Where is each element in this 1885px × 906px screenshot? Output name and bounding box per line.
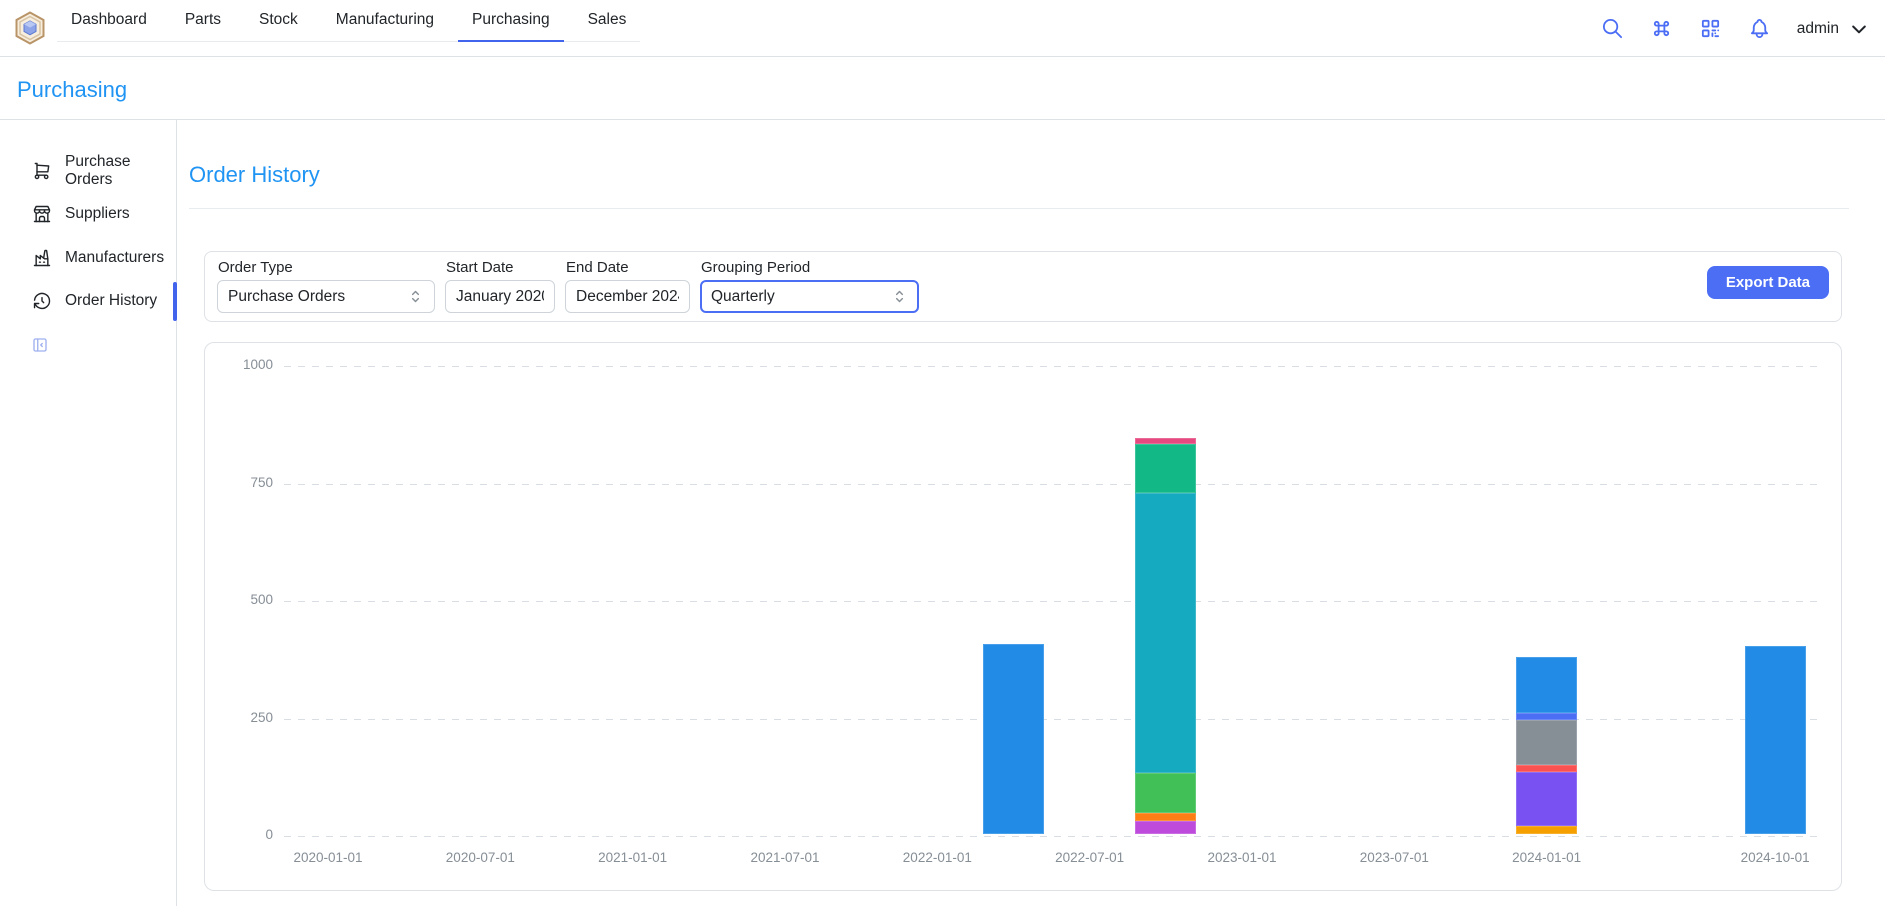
tab-manufacturing[interactable]: Manufacturing [322,0,448,42]
sidebar: Purchase Orders Suppliers Manufacturers [0,120,177,906]
sidebar-item-purchase-orders[interactable]: Purchase Orders [0,150,176,191]
export-data-button[interactable]: Export Data [1707,266,1829,299]
x-axis-tick-label: 2024-10-01 [1710,850,1840,865]
inventree-logo[interactable] [13,11,47,45]
qrcode-icon[interactable] [1699,17,1723,41]
order-history-chart: 0 250 500 750 1000 2020-01-01 2020-07-01 2021-0… [204,342,1842,891]
building-store-icon [32,204,52,224]
filter-label: End Date [566,259,690,276]
chevron-down-icon [1849,19,1869,39]
chart-gridline [284,484,1821,485]
x-axis-tick-label: 2020-01-01 [263,850,393,865]
page-title: Purchasing [17,77,127,103]
y-axis-tick-label: 750 [205,475,273,490]
x-axis-tick-label: 2022-01-01 [872,850,1002,865]
chart-bar-segment[interactable] [1135,493,1196,773]
chart-bar-segment[interactable] [1135,773,1196,813]
sidebar-item-order-history[interactable]: Order History [0,281,176,322]
grouping-period-select[interactable]: Quarterly [700,280,919,313]
search-icon[interactable] [1601,17,1625,41]
order-type-select[interactable]: Purchase Orders [217,280,435,313]
chart-bar-segment[interactable] [1135,821,1196,834]
main-content: Order History Order Type Purchase Orders… [177,120,1885,906]
chart-bar-segment[interactable] [1516,772,1577,826]
chart-plot-area: 0 250 500 750 1000 2020-01-01 2020-07-01 2021-0… [205,343,1841,890]
x-axis-tick-label: 2024-01-01 [1482,850,1612,865]
chart-bar[interactable] [983,644,1044,834]
main-nav-tabs: Dashboard Parts Stock Manufacturing Purc… [57,0,640,42]
sidebar-collapse-icon[interactable] [31,336,49,354]
history-icon [32,291,52,311]
x-axis-tick-label: 2021-01-01 [568,850,698,865]
sidebar-item-label: Suppliers [65,205,130,223]
app-window: Dashboard Parts Stock Manufacturing Purc… [0,0,1885,906]
sidebar-item-suppliers[interactable]: Suppliers [0,194,176,235]
x-axis-tick-label: 2021-07-01 [720,850,850,865]
filter-grouping-period: Grouping Period Quarterly [700,257,919,316]
filter-label: Grouping Period [701,259,919,276]
user-menu[interactable]: admin [1797,19,1869,39]
chart-gridline [284,366,1821,367]
tab-stock[interactable]: Stock [245,0,312,42]
chart-gridline [284,836,1821,837]
header: Dashboard Parts Stock Manufacturing Purc… [0,0,1885,57]
shopping-cart-icon [32,161,52,181]
start-date-input[interactable] [456,288,544,306]
chart-bar-segment[interactable] [1516,720,1577,765]
x-axis-tick-label: 2023-01-01 [1177,850,1307,865]
sidebar-item-manufacturers[interactable]: Manufacturers [0,237,176,278]
bell-icon[interactable] [1748,17,1772,41]
sidebar-item-label: Manufacturers [65,249,164,267]
selector-icon [407,288,424,305]
x-axis-tick-label: 2022-07-01 [1025,850,1155,865]
filter-label: Start Date [446,259,555,276]
filter-card: Order Type Purchase Orders Start Date En… [204,251,1842,322]
y-axis-tick-label: 0 [205,827,273,842]
chart-bar-segment[interactable] [1516,713,1577,720]
command-icon[interactable] [1650,17,1674,41]
order-type-value: Purchase Orders [228,288,345,306]
sidebar-item-label: Purchase Orders [65,153,176,189]
x-axis-tick-label: 2023-07-01 [1329,850,1459,865]
chart-gridline [284,719,1821,720]
panel-title: Order History [189,162,320,188]
tab-purchasing[interactable]: Purchasing [458,0,564,42]
x-axis-tick-label: 2020-07-01 [415,850,545,865]
tab-sales[interactable]: Sales [574,0,641,42]
panel-divider [189,208,1849,209]
chart-bar[interactable] [1135,438,1196,834]
y-axis-tick-label: 250 [205,710,273,725]
page-title-bar: Purchasing [0,57,1885,120]
y-axis-tick-label: 1000 [205,357,273,372]
chart-bar-segment[interactable] [1516,765,1577,772]
header-actions: admin [1601,0,1869,57]
tab-parts[interactable]: Parts [171,0,235,42]
chart-bar-segment[interactable] [1135,444,1196,493]
chart-bar-segment[interactable] [983,644,1044,834]
sidebar-item-label: Order History [65,292,157,310]
chart-bar[interactable] [1745,646,1806,834]
filter-order-type: Order Type Purchase Orders [217,257,435,316]
chart-bar-segment[interactable] [1516,657,1577,713]
chart-bar[interactable] [1516,657,1577,834]
chart-bar-segment[interactable] [1745,646,1806,834]
end-date-input[interactable] [576,288,679,306]
filter-end-date: End Date [565,257,690,316]
grouping-period-value: Quarterly [711,288,775,306]
factory-icon [32,248,52,268]
user-name: admin [1797,20,1839,38]
chart-bar-segment[interactable] [1135,813,1196,821]
chart-bar-segment[interactable] [1516,826,1577,834]
y-axis-tick-label: 500 [205,592,273,607]
filter-start-date: Start Date [445,257,555,316]
tab-dashboard[interactable]: Dashboard [57,0,161,42]
filter-label: Order Type [218,259,435,276]
chart-gridline [284,601,1821,602]
selector-icon [891,288,908,305]
